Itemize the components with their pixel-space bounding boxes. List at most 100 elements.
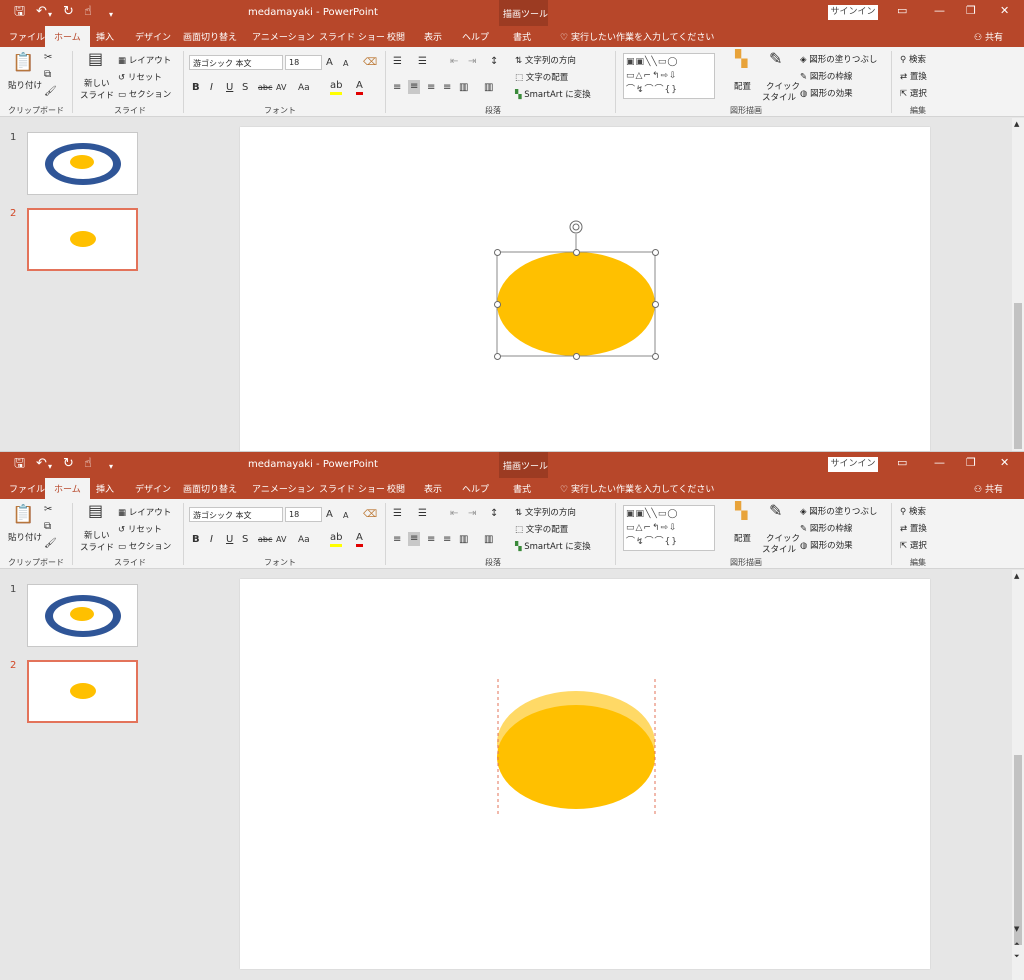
justify-icon[interactable]: ≡ [443,534,451,546]
reset-button[interactable]: ↺ リセット [118,71,162,83]
justify-icon[interactable]: ≡ [443,82,451,94]
arrange-button[interactable]: 配置 [734,532,751,544]
new-slide-label-2[interactable]: スライド [80,541,114,553]
underline-icon[interactable]: U [226,534,233,546]
paste-icon[interactable]: 📋 [12,505,34,525]
format-painter-icon[interactable]: 🖌 [44,538,57,550]
quick-styles-icon[interactable]: ✎ [769,51,782,67]
section-button[interactable]: ▭ セクション [118,88,171,100]
increase-indent-icon[interactable]: ⇥ [468,508,476,520]
customize-qat-icon[interactable]: ▾ [109,459,113,475]
bullets-icon[interactable]: ☰ [393,508,402,520]
tab-review[interactable]: 校閲 [387,482,405,495]
paste-button[interactable]: 貼り付け [8,79,42,91]
reset-button[interactable]: ↺ リセット [118,523,162,535]
tab-slideshow[interactable]: スライド ショー [319,482,385,495]
shapes-gallery[interactable]: ▣▣╲╲▭◯ ▭△⌐↰⇨⇩ ⌒↯⌒⌒{} [623,53,715,99]
copy-icon[interactable]: ⧉ [44,69,51,81]
text-direction-button[interactable]: ⇅ 文字列の方向 [515,506,576,518]
arrange-icon[interactable]: ▚ [735,503,747,519]
resize-handle-nw[interactable] [494,249,501,256]
bold-icon[interactable]: B [192,82,200,94]
vertical-scrollbar[interactable]: ▲ [1012,118,1024,451]
shadow-icon[interactable]: S [242,82,248,94]
slide-thumbnail-1[interactable] [27,132,138,195]
align-text-button[interactable]: ⬚ 文字の配置 [515,71,568,83]
slide-thumbnail-2[interactable] [27,208,138,271]
font-size-combo[interactable]: 18 [285,55,322,70]
layout-button[interactable]: ▦ レイアウト [118,506,171,518]
align-left-icon[interactable]: ≡ [393,82,401,94]
save-icon[interactable]: 🖫 [14,456,25,472]
resize-handle-e[interactable] [652,301,659,308]
highlight-icon[interactable]: ab [330,532,343,547]
scrollbar-thumb[interactable] [1014,755,1022,945]
change-case-icon[interactable]: Aa [298,82,310,94]
highlight-icon[interactable]: ab [330,80,343,95]
shadow-icon[interactable]: S [242,534,248,546]
grow-font-icon[interactable]: A [326,57,333,69]
rotate-handle-icon[interactable] [569,220,583,234]
tab-animations[interactable]: アニメーション [252,30,315,43]
signin-button[interactable]: サインイン [828,457,878,472]
yolk-ellipse-shape[interactable] [497,252,655,356]
numbering-icon[interactable]: ☰ [418,56,427,68]
restore-icon[interactable]: ❐ [966,455,976,471]
char-spacing-icon[interactable]: AV [276,534,286,546]
select-button[interactable]: ⇱ 選択 [900,87,927,99]
resize-handle-w[interactable] [494,301,501,308]
tab-help[interactable]: ヘルプ [462,30,489,43]
tab-animations[interactable]: アニメーション [252,482,315,495]
resize-handle-se[interactable] [652,353,659,360]
underline-icon[interactable]: U [226,82,233,94]
tab-review[interactable]: 校閲 [387,30,405,43]
bullets-icon[interactable]: ☰ [393,56,402,68]
shrink-font-icon[interactable]: A [343,58,348,70]
save-icon[interactable]: 🖫 [14,4,25,20]
format-painter-icon[interactable]: 🖌 [44,86,57,98]
clear-formatting-icon[interactable]: ⌫ [363,509,377,521]
font-name-combo[interactable]: 游ゴシック 本文 [189,55,283,70]
decrease-indent-icon[interactable]: ⇤ [450,56,458,68]
shapes-gallery[interactable]: ▣▣╲╲▭◯ ▭△⌐↰⇨⇩ ⌒↯⌒⌒{} [623,505,715,551]
align-text-button[interactable]: ⬚ 文字の配置 [515,523,568,535]
decrease-indent-icon[interactable]: ⇤ [450,508,458,520]
tab-transitions[interactable]: 画面切り替え [183,30,237,43]
align-center-icon[interactable]: ≡ [408,532,421,546]
distributed-icon[interactable]: ▥ [459,82,468,94]
line-spacing-icon[interactable]: ↕ [490,508,498,520]
ribbon-display-options-icon[interactable]: ▭ [897,3,907,19]
restore-icon[interactable]: ❐ [966,3,976,19]
tab-design[interactable]: デザイン [135,482,171,495]
tab-insert[interactable]: 挿入 [96,482,114,495]
shape-fill-button[interactable]: ◈ 図形の塗りつぶし [800,505,877,517]
strikethrough-icon[interactable]: abc [258,534,272,546]
close-icon[interactable]: ✕ [1000,455,1009,471]
distributed-icon[interactable]: ▥ [459,534,468,546]
smartart-button[interactable]: ▚ SmartArt に変換 [515,88,591,100]
quick-styles-icon[interactable]: ✎ [769,503,782,519]
italic-icon[interactable]: I [210,82,213,94]
signin-button[interactable]: サインイン [828,5,878,20]
previous-slide-icon[interactable]: ⏶ [1014,938,1020,950]
slide-thumbnail-2[interactable] [27,660,138,723]
tab-transitions[interactable]: 画面切り替え [183,482,237,495]
align-right-icon[interactable]: ≡ [427,534,435,546]
resize-handle-ne[interactable] [652,249,659,256]
touch-mode-icon[interactable]: ☝ [84,4,92,20]
redo-icon[interactable]: ↻ [63,4,74,20]
tab-view[interactable]: 表示 [424,482,442,495]
tab-home[interactable]: ホーム [45,26,90,47]
tab-slideshow[interactable]: スライド ショー [319,30,385,43]
minimize-icon[interactable]: — [934,3,945,19]
tell-me-box[interactable]: ♡ 実行したい作業を入力してください [560,482,714,495]
find-button[interactable]: ⚲ 検索 [900,53,926,65]
slide-canvas[interactable] [240,579,930,969]
scroll-down-icon[interactable]: ▼ [1014,923,1019,935]
new-slide-label-2[interactable]: スライド [80,89,114,101]
resize-handle-n[interactable] [573,249,580,256]
undo-dropdown-icon[interactable]: ▾ [48,7,52,23]
resize-handle-s[interactable] [573,353,580,360]
select-button[interactable]: ⇱ 選択 [900,539,927,551]
shape-effects-button[interactable]: ◍ 図形の効果 [800,87,853,99]
